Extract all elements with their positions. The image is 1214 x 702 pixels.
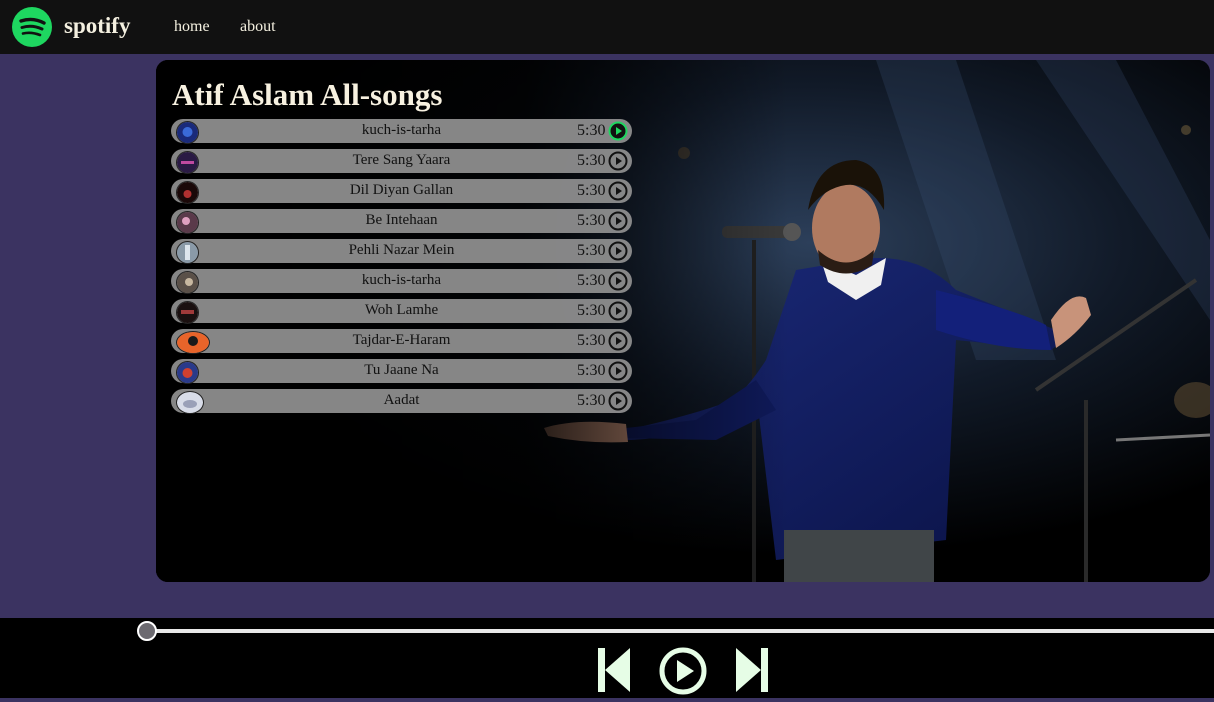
play-icon[interactable] — [658, 646, 708, 696]
song-row[interactable]: Pehli Nazar Mein 5:30 — [171, 239, 632, 264]
nav-link-about[interactable]: about — [240, 18, 276, 36]
song-duration: 5:30 — [577, 122, 606, 139]
seek-bar-thumb[interactable] — [137, 621, 157, 641]
song-duration: 5:30 — [577, 392, 606, 409]
song-duration: 5:30 — [577, 302, 606, 319]
song-name: Aadat — [383, 392, 420, 408]
song-duration: 5:30 — [577, 182, 606, 199]
song-name: kuch-is-tarha — [361, 122, 442, 138]
song-row[interactable]: Woh Lamhe 5:30 — [171, 299, 632, 324]
song-name: Tajdar-E-Haram — [352, 332, 451, 348]
song-name: Woh Lamhe — [364, 302, 439, 318]
song-name: kuch-is-tarha — [361, 272, 442, 288]
song-duration: 5:30 — [577, 212, 606, 229]
song-duration: 5:30 — [577, 152, 606, 169]
song-name: Tu Jaane Na — [364, 362, 439, 378]
play-circle-icon[interactable] — [608, 361, 628, 381]
page-title: Atif Aslam All-songs — [172, 77, 443, 112]
song-row[interactable]: Tu Jaane Na 5:30 — [171, 359, 632, 384]
play-circle-icon[interactable] — [608, 301, 628, 321]
song-duration: 5:30 — [577, 242, 606, 259]
songs-container: Atif Aslam All-songs kuch-is-tarha 5:30 … — [156, 60, 1210, 582]
song-row[interactable]: Be Intehaan 5:30 — [171, 209, 632, 234]
play-circle-icon[interactable] — [608, 331, 628, 351]
nav-link-home[interactable]: home — [174, 18, 210, 36]
spotify-logo-icon[interactable] — [12, 7, 52, 47]
player-bar — [0, 618, 1214, 698]
song-row[interactable]: kuch-is-tarha 5:30 — [171, 119, 632, 144]
play-circle-icon[interactable] — [608, 391, 628, 411]
song-row[interactable]: Dil Diyan Gallan 5:30 — [171, 179, 632, 204]
play-circle-icon[interactable] — [608, 181, 628, 201]
skip-forward-icon[interactable] — [736, 648, 768, 692]
song-name: Tere Sang Yaara — [352, 152, 451, 168]
play-circle-icon[interactable] — [608, 241, 628, 261]
brand-name[interactable]: spotify — [64, 13, 130, 39]
seek-bar-track[interactable] — [146, 629, 1214, 633]
skip-back-icon[interactable] — [598, 648, 630, 692]
song-name: Dil Diyan Gallan — [349, 182, 454, 198]
play-circle-icon[interactable] — [608, 271, 628, 291]
song-duration: 5:30 — [577, 362, 606, 379]
play-circle-icon[interactable] — [608, 211, 628, 231]
play-circle-icon[interactable] — [608, 151, 628, 171]
song-duration: 5:30 — [577, 332, 606, 349]
song-row[interactable]: Tere Sang Yaara 5:30 — [171, 149, 632, 174]
song-list: kuch-is-tarha 5:30 Tere Sang Yaara 5:30 … — [171, 119, 632, 419]
navbar: spotify home about — [0, 0, 1214, 54]
play-circle-icon[interactable] — [608, 121, 628, 141]
song-row[interactable]: Tajdar-E-Haram 5:30 — [171, 329, 632, 354]
song-name: Be Intehaan — [365, 212, 438, 228]
song-row[interactable]: Aadat 5:30 — [171, 389, 632, 414]
song-row[interactable]: kuch-is-tarha 5:30 — [171, 269, 632, 294]
song-duration: 5:30 — [577, 272, 606, 289]
song-name: Pehli Nazar Mein — [348, 242, 455, 258]
